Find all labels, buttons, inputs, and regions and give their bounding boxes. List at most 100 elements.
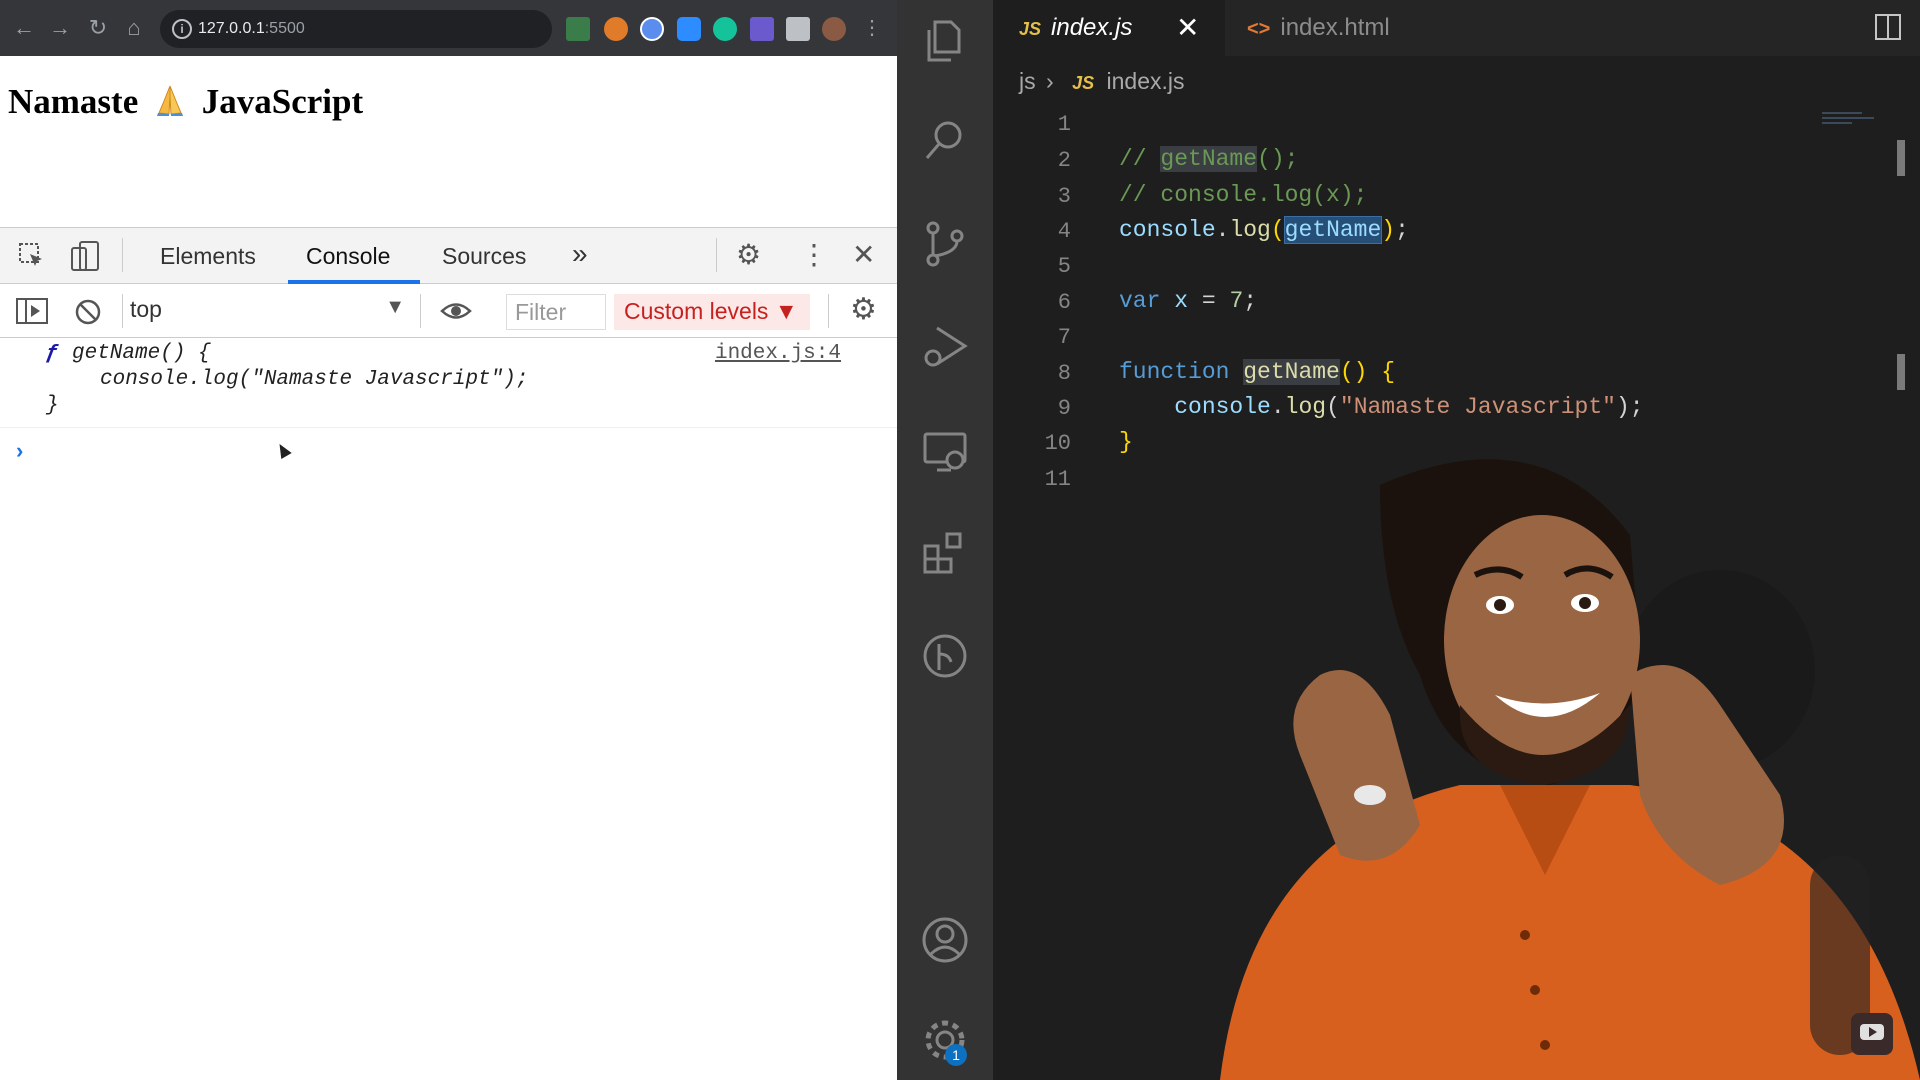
code-line-6: var x = 7;: [1119, 288, 1258, 314]
minimap[interactable]: [1822, 110, 1886, 126]
console-output: ƒ getName() { console.log("Namaste Javas…: [0, 338, 897, 463]
breadcrumb: js › JS index.js: [1019, 68, 1184, 95]
extension-icon[interactable]: [604, 17, 628, 41]
console-settings-gear-icon[interactable]: ⚙: [850, 292, 877, 327]
info-icon[interactable]: i: [172, 19, 192, 39]
console-toolbar: top ▼ Filter Custom levels ▼ ⚙: [0, 284, 897, 338]
divider: [420, 294, 421, 328]
editor-tabs: JSindex.js ✕ <>index.html ···: [993, 0, 1920, 56]
js-file-icon: JS: [1019, 19, 1042, 39]
line-number: 10: [1044, 431, 1071, 456]
kebab-menu-icon[interactable]: ⋮: [858, 14, 886, 42]
tab-index-js[interactable]: JS index.js ✕: [993, 0, 1225, 56]
line-number: 7: [1057, 325, 1071, 350]
activity-bar: 1: [897, 0, 993, 1080]
line-number: 2: [1057, 148, 1071, 173]
extensions-icon[interactable]: [921, 528, 969, 576]
scrollbar-marker[interactable]: [1897, 140, 1905, 176]
browser-window: ← → ↻ ⌂ i 127.0.0.1:5500 ☆ ⋮ Namaste Jav…: [0, 0, 897, 1080]
device-toggle-icon[interactable]: [70, 240, 100, 272]
line-number: 5: [1057, 254, 1071, 279]
search-icon[interactable]: [921, 116, 969, 164]
line-number: 1: [1057, 112, 1071, 137]
tab-index-html[interactable]: <> index.html: [1225, 0, 1461, 56]
scrollbar-marker[interactable]: [1897, 354, 1905, 390]
line-number: 6: [1057, 290, 1071, 315]
line-number: 9: [1057, 396, 1071, 421]
back-icon[interactable]: ←: [10, 14, 38, 42]
breadcrumb-file[interactable]: index.js: [1107, 68, 1185, 94]
tab-label: index.html: [1280, 14, 1390, 41]
close-devtools-icon[interactable]: ✕: [852, 238, 875, 271]
code-line-4: console.log(getName);: [1119, 216, 1409, 244]
puzzle-extensions-icon[interactable]: [786, 17, 810, 41]
url-text: 127.0.0.1:5500: [198, 20, 305, 37]
code-line-2: // getName();: [1119, 146, 1299, 172]
line-number: 8: [1057, 361, 1071, 386]
address-bar[interactable]: i 127.0.0.1:5500 ☆: [160, 10, 700, 48]
sidebar-toggle-icon[interactable]: [16, 298, 48, 324]
inspect-element-icon[interactable]: [18, 242, 46, 270]
tab-console[interactable]: Console: [306, 243, 390, 270]
home-icon[interactable]: ⌂: [120, 14, 148, 42]
presenter-webcam-overlay: [1220, 459, 1920, 1080]
forward-icon[interactable]: →: [46, 14, 74, 42]
browser-toolbar: ← → ↻ ⌂ i 127.0.0.1:5500 ☆ ⋮: [0, 0, 897, 56]
console-log-entry[interactable]: ƒ getName() { console.log("Namaste Javas…: [0, 338, 897, 428]
dropdown-arrow-icon: ▼: [385, 296, 405, 318]
log-line: }: [46, 394, 59, 417]
context-value: top: [130, 296, 162, 322]
filter-input[interactable]: Filter: [506, 294, 606, 330]
explorer-files-icon[interactable]: [921, 16, 969, 64]
code-line-9: console.log("Namaste Javascript");: [1174, 394, 1644, 420]
extension-icon[interactable]: [640, 17, 664, 41]
page-heading: Namaste JavaScript: [8, 82, 364, 121]
close-tab-icon[interactable]: ✕: [1176, 0, 1199, 56]
profile-avatar[interactable]: [822, 17, 846, 41]
code-line-10: }: [1119, 429, 1133, 455]
function-prefix: ƒ: [46, 342, 59, 365]
tab-sources[interactable]: Sources: [442, 243, 526, 270]
log-line: getName() {: [72, 342, 211, 365]
split-editor-icon[interactable]: [1875, 14, 1901, 40]
remote-explorer-icon[interactable]: [921, 428, 969, 476]
tab-elements[interactable]: Elements: [160, 243, 256, 270]
divider: [122, 294, 123, 328]
line-number: 4: [1057, 219, 1071, 244]
devtools-panel: Elements Console Sources » ⚙ ⋮ ✕ top ▼ F…: [0, 227, 897, 1080]
extension-icon[interactable]: [713, 17, 737, 41]
console-prompt[interactable]: ›: [16, 438, 23, 464]
clear-console-icon[interactable]: [74, 298, 102, 326]
more-tabs-button[interactable]: »: [572, 238, 588, 270]
reload-icon[interactable]: ↻: [84, 14, 112, 42]
source-control-icon[interactable]: [921, 220, 969, 268]
divider: [828, 294, 829, 328]
breadcrumb-separator: ›: [1046, 68, 1054, 94]
extension-icon[interactable]: [566, 17, 590, 41]
html-file-icon: <>: [1247, 18, 1271, 40]
tab-label: index.js: [1051, 14, 1133, 41]
extension-icon[interactable]: [750, 17, 774, 41]
devtools-tabbar: Elements Console Sources » ⚙ ⋮ ✕: [0, 228, 897, 284]
youtube-subscribe-icon[interactable]: [1851, 1013, 1893, 1055]
kebab-menu-icon[interactable]: ⋮: [800, 238, 828, 271]
log-line: console.log("Namaste Javascript");: [100, 368, 529, 391]
breadcrumb-folder[interactable]: js: [1019, 68, 1036, 94]
notification-badge: 1: [945, 1044, 967, 1066]
js-file-icon: JS: [1072, 73, 1095, 93]
git-graph-icon[interactable]: [921, 632, 969, 680]
context-selector[interactable]: top ▼: [130, 296, 405, 328]
live-expression-eye-icon[interactable]: [440, 300, 472, 322]
line-number: 11: [1044, 467, 1071, 492]
divider: [716, 238, 717, 272]
run-debug-icon[interactable]: [921, 322, 969, 370]
divider: [122, 238, 123, 272]
log-levels-dropdown[interactable]: Custom levels ▼: [614, 294, 810, 330]
log-source-link[interactable]: index.js:4: [715, 342, 841, 365]
account-icon[interactable]: [921, 916, 969, 964]
line-number: 3: [1057, 184, 1071, 209]
code-line-3: // console.log(x);: [1119, 182, 1368, 208]
settings-gear-icon[interactable]: ⚙: [736, 238, 761, 271]
extension-icon[interactable]: [677, 17, 701, 41]
folded-hands-icon: [157, 85, 183, 116]
